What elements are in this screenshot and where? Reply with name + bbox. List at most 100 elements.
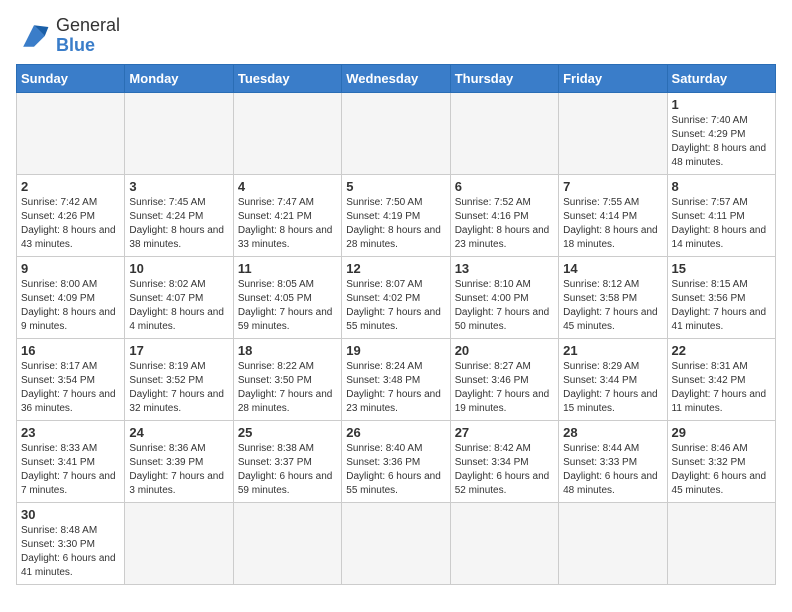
calendar-cell: 5 Sunrise: 7:50 AM Sunset: 4:19 PM Daylig…	[342, 174, 450, 256]
calendar-cell	[342, 92, 450, 174]
day-number: 27	[455, 425, 554, 440]
calendar-cell: 10 Sunrise: 8:02 AM Sunset: 4:07 PM Dayli…	[125, 256, 233, 338]
weekday-header-monday: Monday	[125, 64, 233, 92]
day-info: Sunrise: 8:38 AM Sunset: 3:37 PM Dayligh…	[238, 442, 337, 498]
day-info: Sunrise: 8:40 AM Sunset: 3:36 PM Dayligh…	[346, 442, 445, 498]
day-number: 28	[563, 425, 662, 440]
day-info: Sunrise: 8:46 AM Sunset: 3:32 PM Dayligh…	[672, 442, 771, 498]
day-number: 12	[346, 261, 445, 276]
calendar-cell	[667, 502, 775, 584]
calendar-cell: 24Sunrise: 8:36 AM Sunset: 3:39 PM Dayli…	[125, 420, 233, 502]
day-info: Sunrise: 7:40 AM Sunset: 4:29 PM Dayligh…	[672, 114, 771, 170]
day-number: 21	[563, 343, 662, 358]
calendar-cell: 27 Sunrise: 8:42 AM Sunset: 3:34 PM Dayli…	[450, 420, 558, 502]
calendar-cell	[125, 92, 233, 174]
day-info: Sunrise: 8:19 AM Sunset: 3:52 PM Dayligh…	[129, 360, 228, 416]
day-number: 6	[455, 179, 554, 194]
calendar-cell	[450, 502, 558, 584]
day-number: 29	[672, 425, 771, 440]
day-number: 24	[129, 425, 228, 440]
day-info: Sunrise: 8:29 AM Sunset: 3:44 PM Dayligh…	[563, 360, 662, 416]
day-number: 26	[346, 425, 445, 440]
day-info: Sunrise: 8:24 AM Sunset: 3:48 PM Dayligh…	[346, 360, 445, 416]
day-info: Sunrise: 8:22 AM Sunset: 3:50 PM Dayligh…	[238, 360, 337, 416]
calendar-cell: 28 Sunrise: 8:44 AM Sunset: 3:33 PM Dayli…	[559, 420, 667, 502]
day-number: 23	[21, 425, 120, 440]
day-info: Sunrise: 7:47 AM Sunset: 4:21 PM Dayligh…	[238, 196, 337, 252]
calendar-cell	[233, 502, 341, 584]
weekday-header-wednesday: Wednesday	[342, 64, 450, 92]
day-number: 25	[238, 425, 337, 440]
calendar-cell	[559, 502, 667, 584]
calendar-cell: 16 Sunrise: 8:17 AM Sunset: 3:54 PM Dayli…	[17, 338, 125, 420]
calendar-cell: 9 Sunrise: 8:00 AM Sunset: 4:09 PM Daylig…	[17, 256, 125, 338]
day-number: 16	[21, 343, 120, 358]
calendar-cell: 8 Sunrise: 7:57 AM Sunset: 4:11 PM Daylig…	[667, 174, 775, 256]
day-info: Sunrise: 8:31 AM Sunset: 3:42 PM Dayligh…	[672, 360, 771, 416]
calendar-cell: 29 Sunrise: 8:46 AM Sunset: 3:32 PM Dayli…	[667, 420, 775, 502]
logo-text: GeneralBlue	[56, 16, 120, 56]
day-info: Sunrise: 8:15 AM Sunset: 3:56 PM Dayligh…	[672, 278, 771, 334]
calendar-cell: 22Sunrise: 8:31 AM Sunset: 3:42 PM Dayli…	[667, 338, 775, 420]
day-info: Sunrise: 8:48 AM Sunset: 3:30 PM Dayligh…	[21, 524, 120, 580]
day-info: Sunrise: 8:42 AM Sunset: 3:34 PM Dayligh…	[455, 442, 554, 498]
day-number: 2	[21, 179, 120, 194]
day-number: 10	[129, 261, 228, 276]
day-info: Sunrise: 8:17 AM Sunset: 3:54 PM Dayligh…	[21, 360, 120, 416]
calendar-cell: 23 Sunrise: 8:33 AM Sunset: 3:41 PM Dayli…	[17, 420, 125, 502]
day-number: 15	[672, 261, 771, 276]
day-info: Sunrise: 7:45 AM Sunset: 4:24 PM Dayligh…	[129, 196, 228, 252]
day-number: 8	[672, 179, 771, 194]
calendar-cell	[233, 92, 341, 174]
calendar-cell: 25 Sunrise: 8:38 AM Sunset: 3:37 PM Dayli…	[233, 420, 341, 502]
calendar-cell: 19Sunrise: 8:24 AM Sunset: 3:48 PM Dayli…	[342, 338, 450, 420]
weekday-header-thursday: Thursday	[450, 64, 558, 92]
day-number: 9	[21, 261, 120, 276]
day-info: Sunrise: 8:05 AM Sunset: 4:05 PM Dayligh…	[238, 278, 337, 334]
day-info: Sunrise: 8:27 AM Sunset: 3:46 PM Dayligh…	[455, 360, 554, 416]
calendar-cell: 6 Sunrise: 7:52 AM Sunset: 4:16 PM Daylig…	[450, 174, 558, 256]
calendar-cell: 30 Sunrise: 8:48 AM Sunset: 3:30 PM Dayli…	[17, 502, 125, 584]
day-number: 30	[21, 507, 120, 522]
day-number: 14	[563, 261, 662, 276]
calendar-cell	[450, 92, 558, 174]
calendar-table: SundayMondayTuesdayWednesdayThursdayFrid…	[16, 64, 776, 585]
day-info: Sunrise: 8:33 AM Sunset: 3:41 PM Dayligh…	[21, 442, 120, 498]
day-info: Sunrise: 7:57 AM Sunset: 4:11 PM Dayligh…	[672, 196, 771, 252]
day-number: 4	[238, 179, 337, 194]
calendar-cell	[17, 92, 125, 174]
day-number: 11	[238, 261, 337, 276]
day-info: Sunrise: 7:42 AM Sunset: 4:26 PM Dayligh…	[21, 196, 120, 252]
weekday-header-tuesday: Tuesday	[233, 64, 341, 92]
day-info: Sunrise: 8:00 AM Sunset: 4:09 PM Dayligh…	[21, 278, 120, 334]
calendar-cell: 14 Sunrise: 8:12 AM Sunset: 3:58 PM Dayli…	[559, 256, 667, 338]
calendar-cell: 2 Sunrise: 7:42 AM Sunset: 4:26 PM Daylig…	[17, 174, 125, 256]
day-number: 5	[346, 179, 445, 194]
calendar-cell: 15 Sunrise: 8:15 AM Sunset: 3:56 PM Dayli…	[667, 256, 775, 338]
calendar-cell: 1 Sunrise: 7:40 AM Sunset: 4:29 PM Daylig…	[667, 92, 775, 174]
day-info: Sunrise: 8:44 AM Sunset: 3:33 PM Dayligh…	[563, 442, 662, 498]
day-number: 1	[672, 97, 771, 112]
calendar-cell: 3Sunrise: 7:45 AM Sunset: 4:24 PM Daylig…	[125, 174, 233, 256]
calendar-cell: 18 Sunrise: 8:22 AM Sunset: 3:50 PM Dayli…	[233, 338, 341, 420]
calendar-cell: 13Sunrise: 8:10 AM Sunset: 4:00 PM Dayli…	[450, 256, 558, 338]
calendar-cell: 17Sunrise: 8:19 AM Sunset: 3:52 PM Dayli…	[125, 338, 233, 420]
calendar-cell: 7Sunrise: 7:55 AM Sunset: 4:14 PM Daylig…	[559, 174, 667, 256]
calendar-cell: 26 Sunrise: 8:40 AM Sunset: 3:36 PM Dayli…	[342, 420, 450, 502]
day-info: Sunrise: 7:50 AM Sunset: 4:19 PM Dayligh…	[346, 196, 445, 252]
calendar-cell: 4 Sunrise: 7:47 AM Sunset: 4:21 PM Daylig…	[233, 174, 341, 256]
header: GeneralBlue	[16, 16, 776, 56]
day-info: Sunrise: 8:07 AM Sunset: 4:02 PM Dayligh…	[346, 278, 445, 334]
logo-icon	[16, 18, 52, 54]
day-info: Sunrise: 8:02 AM Sunset: 4:07 PM Dayligh…	[129, 278, 228, 334]
logo: GeneralBlue	[16, 16, 120, 56]
calendar-cell	[342, 502, 450, 584]
day-info: Sunrise: 8:12 AM Sunset: 3:58 PM Dayligh…	[563, 278, 662, 334]
day-number: 18	[238, 343, 337, 358]
calendar-cell: 20 Sunrise: 8:27 AM Sunset: 3:46 PM Dayli…	[450, 338, 558, 420]
day-info: Sunrise: 7:55 AM Sunset: 4:14 PM Dayligh…	[563, 196, 662, 252]
weekday-header-sunday: Sunday	[17, 64, 125, 92]
day-info: Sunrise: 7:52 AM Sunset: 4:16 PM Dayligh…	[455, 196, 554, 252]
calendar-cell: 12 Sunrise: 8:07 AM Sunset: 4:02 PM Dayli…	[342, 256, 450, 338]
day-number: 20	[455, 343, 554, 358]
